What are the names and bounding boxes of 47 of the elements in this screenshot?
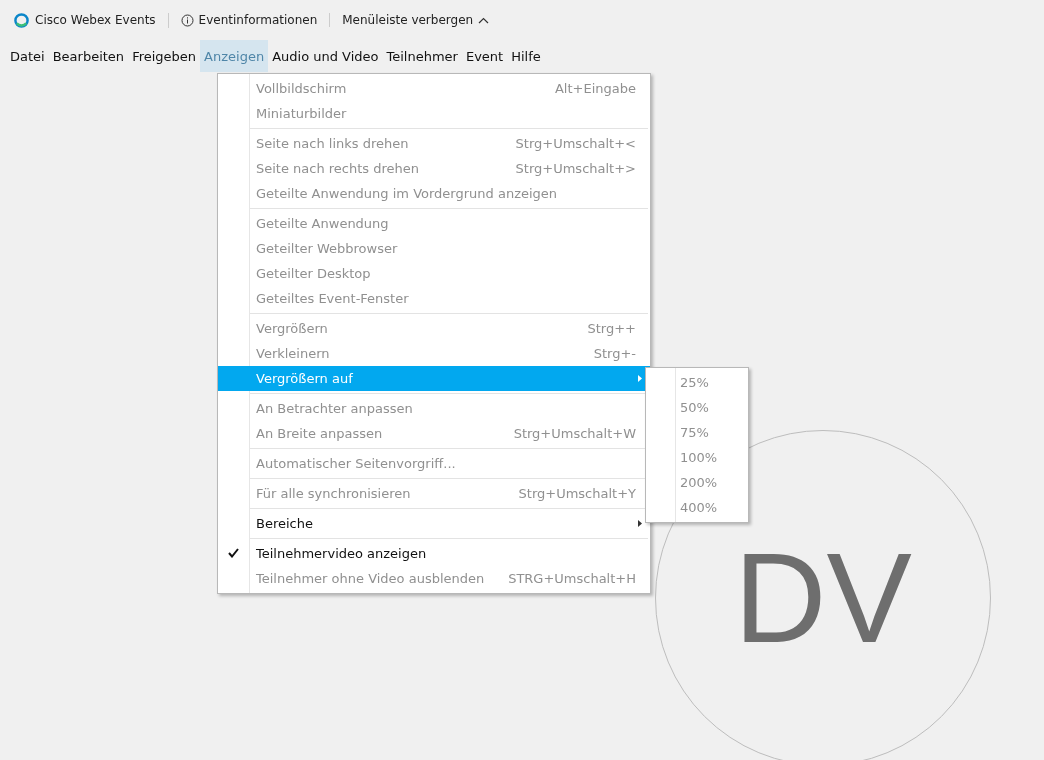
chevron-up-icon [478,16,490,24]
menu-item-label: Geteiltes Event-Fenster [256,291,410,306]
menu-item-label: Verkleinern [256,346,331,361]
menu-bar-item[interactable]: Teilnehmer [382,40,462,72]
menu-item-label: Vergrößern [256,321,329,336]
menu-item-label: Geteilter Webbrowser [256,241,399,256]
menu-item-label: Teilnehmervideo anzeigen [256,546,428,561]
menu-item-label: Geteilte Anwendung [256,216,390,231]
menu-bar-item[interactable]: Freigeben [128,40,201,72]
app-name: Cisco Webex Events [35,13,156,27]
menu-item-label: Automatischer Seitenvorgriff... [256,456,457,471]
menu-item-label: Seite nach links drehen [256,136,410,151]
menu-item-label: An Betrachter anpassen [256,401,414,416]
shortcut-label: Strg+Umschalt+Y [518,486,636,501]
webex-logo-icon [14,12,29,28]
info-icon [180,13,194,27]
checkmark-icon [228,548,239,558]
menu-bar-item[interactable]: Audio und Video [268,40,383,72]
menu-item[interactable]: Teilnehmervideo anzeigen [218,541,650,566]
menu-item[interactable]: Vergrößern auf [218,366,650,391]
menu-item-label: Geteilter Desktop [256,266,372,281]
event-info-button[interactable]: Eventinformationen [168,13,331,27]
menu-item-label: Für alle synchronisieren [256,486,412,501]
shortcut-label: STRG+Umschalt+H [508,571,636,586]
shortcut-label: Strg++ [587,321,636,336]
menu-item-label: Bereiche [256,516,314,531]
hide-menu-button[interactable]: Menüleiste verbergen [330,13,502,27]
menu-bar-item[interactable]: Datei [6,40,49,72]
menu-bar-item[interactable]: Anzeigen [200,40,269,72]
menu-item-label: Miniaturbilder [256,106,348,121]
menu-bar-item[interactable]: Bearbeiten [48,40,129,72]
menu-item-label: An Breite anpassen [256,426,384,441]
shortcut-label: Strg+Umschalt+< [515,136,636,151]
menu-item-label: Seite nach rechts drehen [256,161,421,176]
shortcut-label: Alt+Eingabe [554,81,636,96]
menu-item-label: Vollbildschirm [256,81,348,96]
submenu-arrow-icon [638,520,642,527]
menu-bar-item[interactable]: Hilfe [507,40,545,72]
shortcut-label: Strg+Umschalt+> [515,161,636,176]
menu-item-label: Geteilte Anwendung im Vordergrund anzeigen [256,186,559,201]
menu-item-label: Teilnehmer ohne Video ausblenden [256,571,486,586]
shortcut-label: Strg+- [593,346,636,361]
submenu-arrow-icon [638,375,642,382]
menu-bar-item[interactable]: Event [461,40,508,72]
shortcut-label: Strg+Umschalt+W [513,426,636,441]
avatar-initials: DV [734,534,912,662]
menu-item-label: Vergrößern auf [256,371,354,386]
